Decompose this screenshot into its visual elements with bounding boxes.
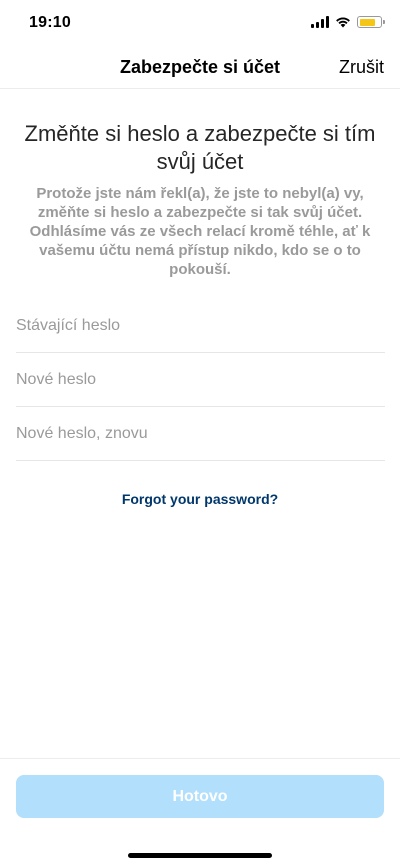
done-button[interactable]: Hotovo bbox=[16, 775, 384, 818]
forgot-password-link[interactable]: Forgot your password? bbox=[0, 491, 400, 507]
new-password-again-field bbox=[16, 407, 385, 461]
footer-divider bbox=[0, 758, 400, 759]
battery-level bbox=[359, 18, 375, 26]
headline: Změňte si heslo a zabezpečte si tím svůj… bbox=[24, 121, 376, 174]
cellular-signal-icon bbox=[311, 16, 329, 28]
status-bar: 19:10 bbox=[0, 0, 400, 46]
current-password-field bbox=[16, 299, 385, 353]
wifi-icon bbox=[336, 17, 350, 28]
status-icons bbox=[311, 16, 385, 28]
status-time: 19:10 bbox=[29, 14, 71, 31]
nav-bar: Zabezpečte si účet Zrušit bbox=[0, 46, 400, 89]
new-password-again-input[interactable] bbox=[16, 407, 385, 460]
home-indicator bbox=[128, 853, 272, 858]
new-password-field bbox=[16, 353, 385, 407]
new-password-input[interactable] bbox=[16, 353, 385, 406]
battery-icon bbox=[357, 16, 385, 28]
current-password-input[interactable] bbox=[16, 299, 385, 352]
cancel-button[interactable]: Zrušit bbox=[339, 57, 384, 78]
description: Protože jste nám řekl(a), že jste to neb… bbox=[29, 185, 371, 278]
